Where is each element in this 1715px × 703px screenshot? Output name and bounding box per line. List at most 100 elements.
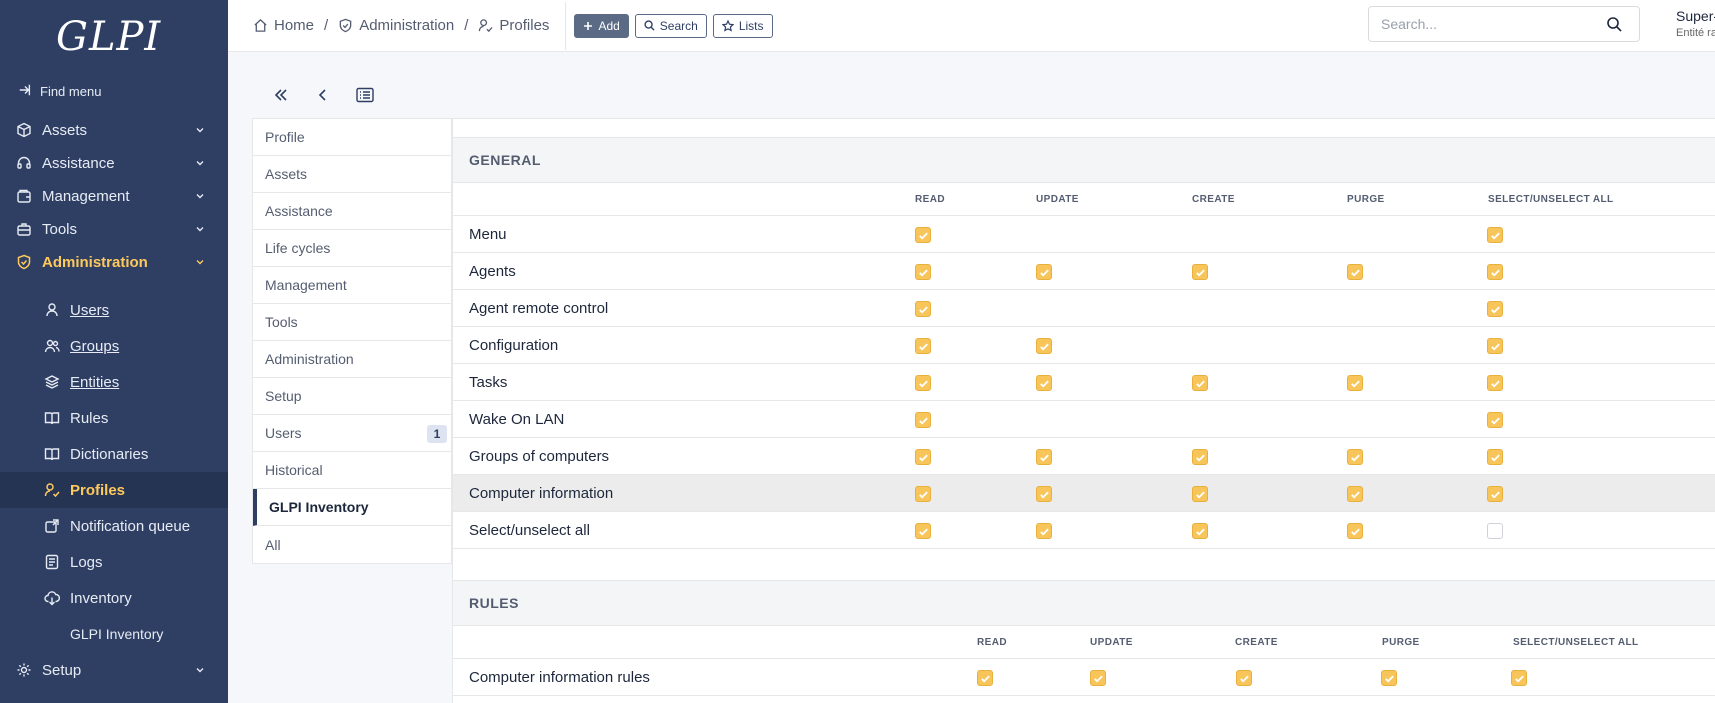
- checkbox-checked[interactable]: [1192, 523, 1208, 539]
- sidebar-subitem-glpi-inventory[interactable]: GLPI Inventory: [0, 616, 228, 652]
- checkbox-checked[interactable]: [1192, 449, 1208, 465]
- checkbox-checked[interactable]: [915, 523, 931, 539]
- search-icon[interactable]: [1606, 16, 1622, 32]
- tab-tools[interactable]: Tools: [253, 304, 451, 341]
- sidebar-item-administration[interactable]: Administration: [0, 244, 228, 280]
- checkbox-checked[interactable]: [1487, 375, 1503, 391]
- checkbox-checked[interactable]: [1347, 449, 1363, 465]
- row-label: Groups of computers: [469, 448, 610, 465]
- checkbox-unchecked[interactable]: [1487, 523, 1503, 539]
- sidebar-subitem-users[interactable]: Users: [0, 292, 228, 328]
- tab-label: Setup: [265, 388, 302, 404]
- check-icon: [918, 380, 928, 388]
- sidebar-item-assets[interactable]: Assets: [0, 112, 228, 148]
- check-icon: [1039, 269, 1049, 277]
- sidebar-subitem-entities[interactable]: Entities: [0, 364, 228, 400]
- sidebar-item-setup[interactable]: Setup: [0, 652, 228, 688]
- checkbox-checked[interactable]: [1090, 670, 1106, 686]
- user-name[interactable]: Super-Admin: [1676, 8, 1715, 24]
- list-view-button[interactable]: [354, 84, 376, 106]
- checkbox-checked[interactable]: [977, 670, 993, 686]
- user-entity[interactable]: Entité racine: [1676, 27, 1715, 39]
- tab-management[interactable]: Management: [253, 267, 451, 304]
- add-button[interactable]: Add: [574, 13, 629, 38]
- column-header-read: READ: [977, 637, 1007, 648]
- tab-all[interactable]: All: [253, 526, 451, 563]
- sidebar-item-label: Assistance: [42, 154, 115, 172]
- checkbox-checked[interactable]: [1487, 264, 1503, 280]
- lists-button[interactable]: Lists: [712, 13, 773, 38]
- section-title: GENERAL: [469, 152, 541, 168]
- checkbox-checked[interactable]: [1487, 227, 1503, 243]
- checkbox-checked[interactable]: [915, 338, 931, 354]
- tab-glpi-inventory[interactable]: GLPI Inventory: [253, 489, 451, 526]
- sidebar-item-tools[interactable]: Tools: [0, 211, 228, 247]
- checkbox-checked[interactable]: [915, 375, 931, 391]
- box-icon: [16, 122, 32, 138]
- checkbox-checked[interactable]: [1381, 670, 1397, 686]
- row-label: Menu: [469, 226, 507, 243]
- sidebar-item-assistance[interactable]: Assistance: [0, 145, 228, 181]
- breadcrumb-administration[interactable]: Administration: [338, 17, 454, 34]
- column-header-create: CREATE: [1192, 194, 1235, 205]
- tab-historical[interactable]: Historical: [253, 452, 451, 489]
- tab-assets[interactable]: Assets: [253, 156, 451, 193]
- sidebar-subitem-dictionaries[interactable]: Dictionaries: [0, 436, 228, 472]
- checkbox-checked[interactable]: [1487, 338, 1503, 354]
- checkbox-checked[interactable]: [915, 449, 931, 465]
- checkbox-checked[interactable]: [1347, 486, 1363, 502]
- checkbox-checked[interactable]: [1036, 486, 1052, 502]
- checkbox-checked[interactable]: [1036, 449, 1052, 465]
- checkbox-checked[interactable]: [1487, 301, 1503, 317]
- profile-tabs: Profile Assets Assistance Life cycles Ma…: [252, 118, 452, 564]
- checkbox-checked[interactable]: [915, 412, 931, 428]
- sidebar-item-management[interactable]: Management: [0, 178, 228, 214]
- chevron-down-icon: [196, 260, 204, 265]
- breadcrumb-home[interactable]: Home: [253, 17, 314, 34]
- checkbox-checked[interactable]: [1192, 486, 1208, 502]
- checkbox-checked[interactable]: [1487, 412, 1503, 428]
- search-icon: [644, 20, 655, 31]
- checkbox-checked[interactable]: [915, 264, 931, 280]
- checkbox-checked[interactable]: [1511, 670, 1527, 686]
- row-label: Configuration: [469, 337, 559, 354]
- checkbox-checked[interactable]: [1236, 670, 1252, 686]
- checkbox-checked[interactable]: [915, 301, 931, 317]
- checkbox-checked[interactable]: [1036, 375, 1052, 391]
- tab-users[interactable]: Users 1: [253, 415, 451, 452]
- breadcrumb-profiles[interactable]: Profiles: [478, 17, 549, 34]
- checkbox-checked[interactable]: [1347, 264, 1363, 280]
- glpi-logo[interactable]: GLPI: [56, 14, 176, 62]
- checkbox-checked[interactable]: [1347, 523, 1363, 539]
- tab-assistance[interactable]: Assistance: [253, 193, 451, 230]
- sidebar-subitem-inventory[interactable]: Inventory: [0, 580, 228, 616]
- table-row: Agents: [453, 253, 1715, 290]
- checkbox-checked[interactable]: [915, 486, 931, 502]
- sidebar-subitem-profiles[interactable]: Profiles: [0, 472, 228, 508]
- checkbox-checked[interactable]: [1036, 264, 1052, 280]
- table-row: Tasks: [453, 364, 1715, 401]
- first-record-button[interactable]: [270, 84, 292, 106]
- checkbox-checked[interactable]: [1192, 264, 1208, 280]
- search-button[interactable]: Search: [634, 13, 707, 38]
- tab-profile[interactable]: Profile: [253, 119, 451, 156]
- wallet-icon: [16, 188, 32, 204]
- checkbox-checked[interactable]: [915, 227, 931, 243]
- find-menu-link[interactable]: Find menu: [18, 80, 101, 102]
- previous-record-button[interactable]: [312, 84, 334, 106]
- checkbox-checked[interactable]: [1036, 523, 1052, 539]
- sidebar-subitem-groups[interactable]: Groups: [0, 328, 228, 364]
- checkbox-checked[interactable]: [1347, 375, 1363, 391]
- sidebar-subitem-rules[interactable]: Rules: [0, 400, 228, 436]
- checkbox-checked[interactable]: [1192, 375, 1208, 391]
- sidebar-subitem-logs[interactable]: Logs: [0, 544, 228, 580]
- sidebar-subitem-notification-queue[interactable]: Notification queue: [0, 508, 228, 544]
- global-search-input[interactable]: [1368, 6, 1640, 42]
- tab-setup[interactable]: Setup: [253, 378, 451, 415]
- checkbox-checked[interactable]: [1487, 486, 1503, 502]
- tab-administration[interactable]: Administration: [253, 341, 451, 378]
- tab-label: Life cycles: [265, 240, 331, 256]
- checkbox-checked[interactable]: [1487, 449, 1503, 465]
- tab-life-cycles[interactable]: Life cycles: [253, 230, 451, 267]
- checkbox-checked[interactable]: [1036, 338, 1052, 354]
